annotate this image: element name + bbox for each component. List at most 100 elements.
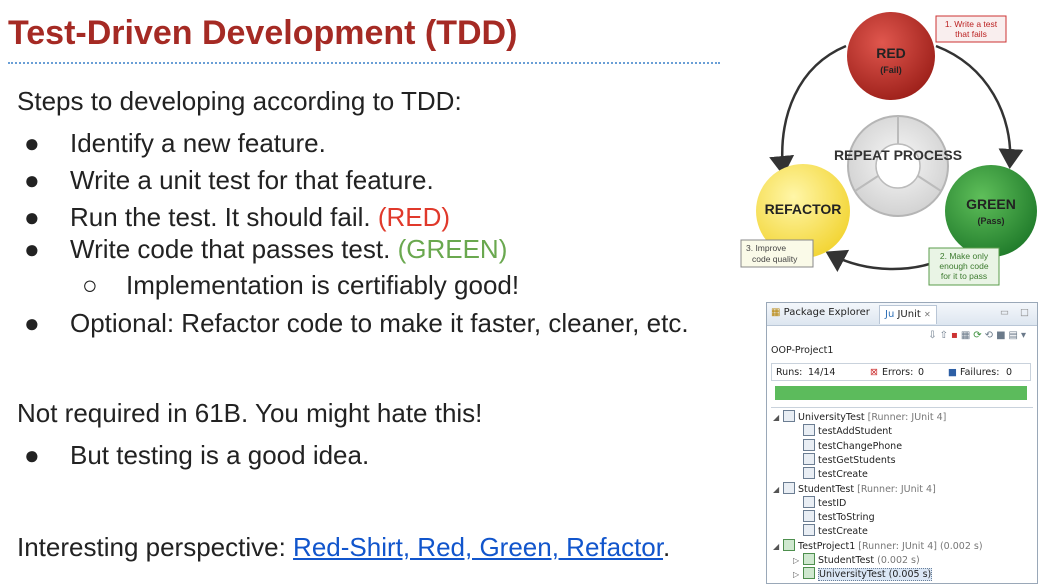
perspective-link[interactable]: Red-Shirt, Red, Green, Refactor <box>293 532 663 562</box>
test-meta: [Runner: JUnit 4] <box>854 483 936 495</box>
maximize-icon[interactable]: □ <box>1020 307 1029 318</box>
failures-value: 0 <box>1006 367 1013 378</box>
test-case-icon <box>803 495 815 508</box>
test-name: testID <box>818 497 847 509</box>
test-case-row[interactable]: testToString <box>793 510 875 524</box>
substep-text: Implementation is certifiably good! <box>126 270 520 300</box>
expand-toggle-icon[interactable]: ◢ <box>773 542 783 551</box>
test-meta: [Runner: JUnit 4] (0.002 s) <box>855 540 983 552</box>
tdd-cycle-diagram: REPEAT PROCESS RED (Fail) GREEN (Pass) R… <box>740 12 1037 286</box>
errors-value: 0 <box>918 367 925 378</box>
expand-toggle-icon[interactable]: ◢ <box>773 413 783 422</box>
repeat-process-gear <box>847 115 949 217</box>
junit-panel: ▦ Package Explorer Ju JUnit ✕ ▭ □ ⇩⇧▪▦⟳⟲… <box>766 302 1038 584</box>
slide-title: Test-Driven Development (TDD) <box>8 14 518 52</box>
step-1: ● Identify a new feature. <box>24 128 326 159</box>
test-case-icon <box>803 467 815 480</box>
test-case-icon <box>803 438 815 451</box>
green-sub-label: (Pass) <box>977 216 1004 226</box>
test-suite-icon <box>803 553 815 565</box>
junit-stats: Runs: 14/14 ⊠ Errors: 0 ■ Failures: 0 <box>771 363 1031 381</box>
step-1-text: Identify a new feature. <box>70 128 326 158</box>
test-name: testAddStudent <box>818 426 893 438</box>
tab-junit-label: JUnit <box>897 309 921 320</box>
test-suite-row[interactable]: ◢ TestProject1 [Runner: JUnit 4] (0.002 s… <box>773 538 983 553</box>
bullet-icon: ● <box>24 202 40 232</box>
next-failure-icon[interactable]: ⇩ <box>928 330 939 341</box>
test-name: testGetStudents <box>818 454 896 466</box>
test-case-icon <box>803 524 815 537</box>
rerun-icon[interactable]: ⟳ <box>973 330 984 341</box>
perspective-suffix: . <box>663 532 671 562</box>
rerun-failed-icon[interactable]: ⟲ <box>985 330 996 341</box>
callout-3-line2: code quality <box>752 254 798 264</box>
test-suite-icon <box>803 567 815 580</box>
optional-text: Optional: Refactor code to make it faste… <box>70 308 689 338</box>
note-bullet: ● But testing is a good idea. <box>24 440 369 471</box>
step-3-text: Run the test. It should fail. <box>70 202 378 232</box>
test-name: testCreate <box>818 469 868 481</box>
step-4: ● Write code that passes test. (GREEN) <box>24 234 507 265</box>
test-case-row[interactable]: testID <box>793 495 847 510</box>
title-divider <box>8 62 720 64</box>
errors-icon: ⊠ <box>870 367 878 378</box>
test-suite-row[interactable]: ◢ StudentTest [Runner: JUnit 4] <box>773 481 936 496</box>
expand-toggle-icon[interactable]: ◢ <box>773 485 783 494</box>
junit-toolbar: ⇩⇧▪▦⟳⟲■▤▾ <box>928 330 1029 341</box>
center-label: REPEAT PROCESS <box>834 147 962 163</box>
junit-separator <box>771 407 1033 408</box>
tab-package-explorer-label: Package Explorer <box>783 307 870 318</box>
close-icon[interactable]: ✕ <box>924 310 931 319</box>
test-case-row[interactable]: ▷ UniversityTest (0.005 s) <box>793 567 933 582</box>
scroll-lock-icon[interactable]: ▦ <box>961 330 973 341</box>
test-case-icon <box>803 510 815 523</box>
optional-step: ● Optional: Refactor code to make it fas… <box>24 308 689 339</box>
runs-value: 14/14 <box>808 367 836 378</box>
failures-icon: ■ <box>948 367 957 378</box>
show-failures-icon[interactable]: ▪ <box>951 330 961 341</box>
callout-2-line2: enough code <box>939 261 988 271</box>
step-3: ● Run the test. It should fail. (RED) <box>24 202 450 233</box>
view-menu-icon[interactable]: ▾ <box>1021 330 1029 341</box>
project-name: OOP-Project1 <box>771 345 834 356</box>
stop-icon[interactable]: ■ <box>996 330 1008 341</box>
prev-failure-icon[interactable]: ⇧ <box>940 330 951 341</box>
intro-text: Steps to developing according to TDD: <box>17 86 462 116</box>
package-explorer-icon: ▦ <box>771 307 781 318</box>
test-name: UniversityTest (0.005 s) <box>818 568 933 582</box>
test-meta: (0.002 s) <box>874 555 920 566</box>
test-case-row[interactable]: testAddStudent <box>793 424 892 438</box>
green-label: GREEN <box>966 196 1016 212</box>
test-name: testChangePhone <box>818 440 903 452</box>
test-name: testToString <box>818 512 875 524</box>
test-case-row[interactable]: testGetStudents <box>793 452 896 467</box>
callout-3-line1: 3. Improve <box>746 243 786 253</box>
test-suite-row[interactable]: ◢ UniversityTest [Runner: JUnit 4] <box>773 410 946 424</box>
test-name: testCreate <box>818 526 868 538</box>
test-case-row[interactable]: ▷ StudentTest (0.002 s) <box>793 553 920 567</box>
note-text: Not required in 61B. You might hate this… <box>17 398 483 428</box>
test-case-row[interactable]: testChangePhone <box>793 438 903 453</box>
test-case-row[interactable]: testCreate <box>793 467 868 481</box>
tab-package-explorer[interactable]: ▦ Package Explorer <box>771 307 870 318</box>
test-name: StudentTest <box>798 483 855 495</box>
bullet-icon: ● <box>24 308 40 338</box>
callout-2-line3: for it to pass <box>941 271 987 281</box>
test-meta: [Runner: JUnit 4] <box>864 412 947 423</box>
minimize-icon[interactable]: ▭ <box>1000 307 1009 318</box>
test-name: StudentTest <box>818 555 875 566</box>
junit-tab-bar: ▦ Package Explorer Ju JUnit ✕ ▭ □ <box>767 303 1037 326</box>
tab-junit[interactable]: Ju JUnit ✕ <box>879 305 937 324</box>
bullet-icon: ● <box>24 165 40 195</box>
bullet-icon: ● <box>24 234 40 264</box>
substep: ○ Implementation is certifiably good! <box>82 270 520 301</box>
runs-label: Runs: <box>776 367 803 378</box>
expand-toggle-icon[interactable]: ▷ <box>793 556 803 565</box>
test-suite-icon <box>783 538 795 551</box>
errors-label: Errors: <box>882 367 914 378</box>
callout-1-line1: 1. Write a test <box>945 19 998 29</box>
expand-toggle-icon[interactable]: ▷ <box>793 570 803 579</box>
history-icon[interactable]: ▤ <box>1009 330 1021 341</box>
perspective-line: Interesting perspective: Red-Shirt, Red,… <box>17 532 670 563</box>
test-case-row[interactable]: testCreate <box>793 524 868 538</box>
